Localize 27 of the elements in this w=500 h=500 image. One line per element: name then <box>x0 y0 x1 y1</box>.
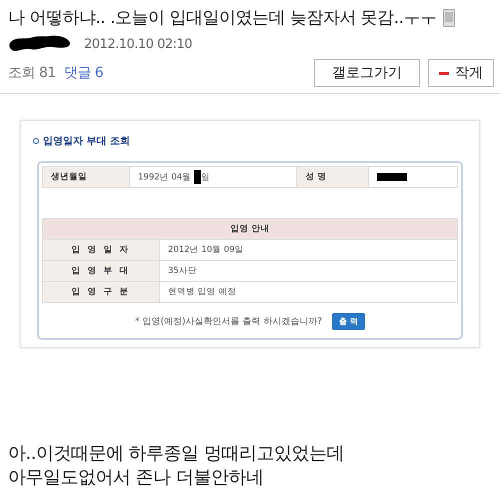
field-value: 2012년 10월 09일 <box>160 240 458 260</box>
section-heading: 입영일자 부대 조회 <box>43 135 130 148</box>
notice-title: 입영 안내 <box>42 218 458 240</box>
gallog-button[interactable]: 갤로그가기 <box>314 59 420 87</box>
field-value: 35사단 <box>160 260 458 282</box>
minus-icon <box>439 72 449 74</box>
body-text-line: 아..이것때문에 하루종일 멍때리고있었는데 <box>8 442 345 466</box>
view-count: 조회 81 <box>8 64 56 82</box>
field-label: 성 명 <box>296 166 369 188</box>
redaction-mark <box>377 172 408 181</box>
field-label: 입 영 구 분 <box>42 282 160 302</box>
field-label: 입 영 부 대 <box>42 260 160 282</box>
field-label: 생년월일 <box>42 166 130 188</box>
phone-icon <box>442 8 455 26</box>
print-prompt: * 입영(예정)사실확인서를 출력 하시겠습니까? <box>135 316 322 328</box>
print-button[interactable]: 출 력 <box>332 313 365 330</box>
bullet-icon <box>33 138 39 144</box>
post-date: 2012.10.10 02:10 <box>84 36 192 52</box>
field-value: 현역병 입영 예정 <box>160 282 458 302</box>
shrink-button[interactable]: 작게 <box>428 59 494 87</box>
redaction-mark <box>194 170 201 184</box>
body-text-line: 아무일도없어서 존나 더불안하네 <box>8 466 264 490</box>
birth-day: 일 <box>200 172 210 182</box>
birth-month: 1992년 04월 <box>138 172 192 182</box>
comment-count[interactable]: 댓글 6 <box>64 64 104 82</box>
field-label: 입 영 일 자 <box>42 240 160 260</box>
post-title: 나 어떻하냐.. .오늘이 입대일이였는데 늦잠자서 못감..ㅜㅜ <box>8 7 437 29</box>
